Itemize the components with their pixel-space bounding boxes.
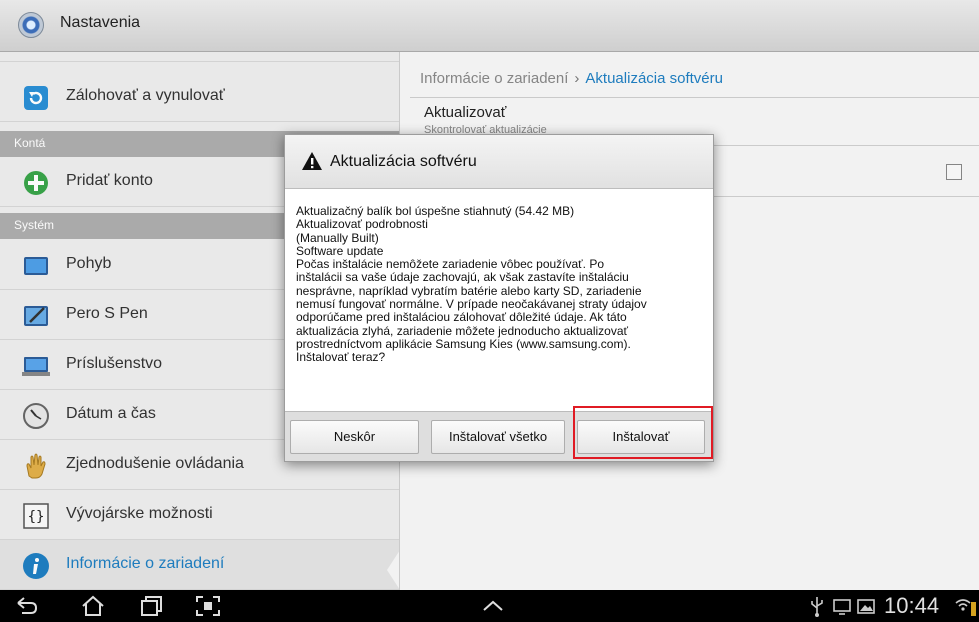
- settings-app-icon[interactable]: [18, 12, 44, 38]
- later-button[interactable]: Neskôr: [290, 420, 419, 454]
- dialog-line: nemusí fungovať normálne. V prípade neoč…: [296, 297, 647, 312]
- dialog-line: inštalácii sa vaše údaje zachovajú, ak v…: [296, 270, 629, 285]
- dialog-line: aktualizácia zlyhá, zariadenie môžete je…: [296, 323, 629, 338]
- dialog-line: prostredníctvom aplikácie Samsung Kies (…: [296, 336, 631, 351]
- status-time: 10:44: [884, 593, 940, 618]
- recent-apps-icon[interactable]: [138, 594, 164, 618]
- screen-mirror-icon: [833, 599, 851, 615]
- gallery-icon: [857, 599, 875, 614]
- dialog-line: Počas inštalácie nemôžete zariadenie vôb…: [296, 257, 605, 272]
- warning-icon: [302, 152, 322, 170]
- system-nav-bar: 10:44: [0, 590, 979, 622]
- back-icon[interactable]: [14, 594, 40, 618]
- dialog-line: Aktualizovať podrobnosti: [296, 217, 428, 232]
- wifi-battery-icon: [955, 599, 976, 616]
- install-all-button[interactable]: Inštalovať všetko: [431, 420, 565, 454]
- dialog-line: nesprávne, napríklad vybratím batérie al…: [296, 283, 642, 298]
- action-bar: Nastavenia: [0, 0, 979, 52]
- dialog-line: Aktualizačný balík bol úspešne stiahnutý…: [296, 204, 575, 218]
- dialog-header: Aktualizácia softvéru: [285, 135, 713, 189]
- usb-icon: [811, 597, 823, 617]
- dialog-line: Inštalovať teraz?: [296, 350, 386, 365]
- install-button-highlight: [573, 406, 713, 459]
- home-icon[interactable]: [80, 594, 106, 618]
- dialog-line: (Manually Built): [296, 230, 379, 245]
- dialog-message: Aktualizačný balík bol úspešne stiahnutý…: [296, 204, 706, 365]
- app-title: Nastavenia: [60, 14, 141, 31]
- chevron-up-icon[interactable]: [478, 594, 508, 618]
- dialog-title: Aktualizácia softvéru: [330, 153, 477, 170]
- dialog-line: Software update: [296, 243, 384, 258]
- screenshot-icon[interactable]: [194, 594, 222, 618]
- dialog-line: odporúčame pred inštaláciou zálohovať dô…: [296, 310, 627, 325]
